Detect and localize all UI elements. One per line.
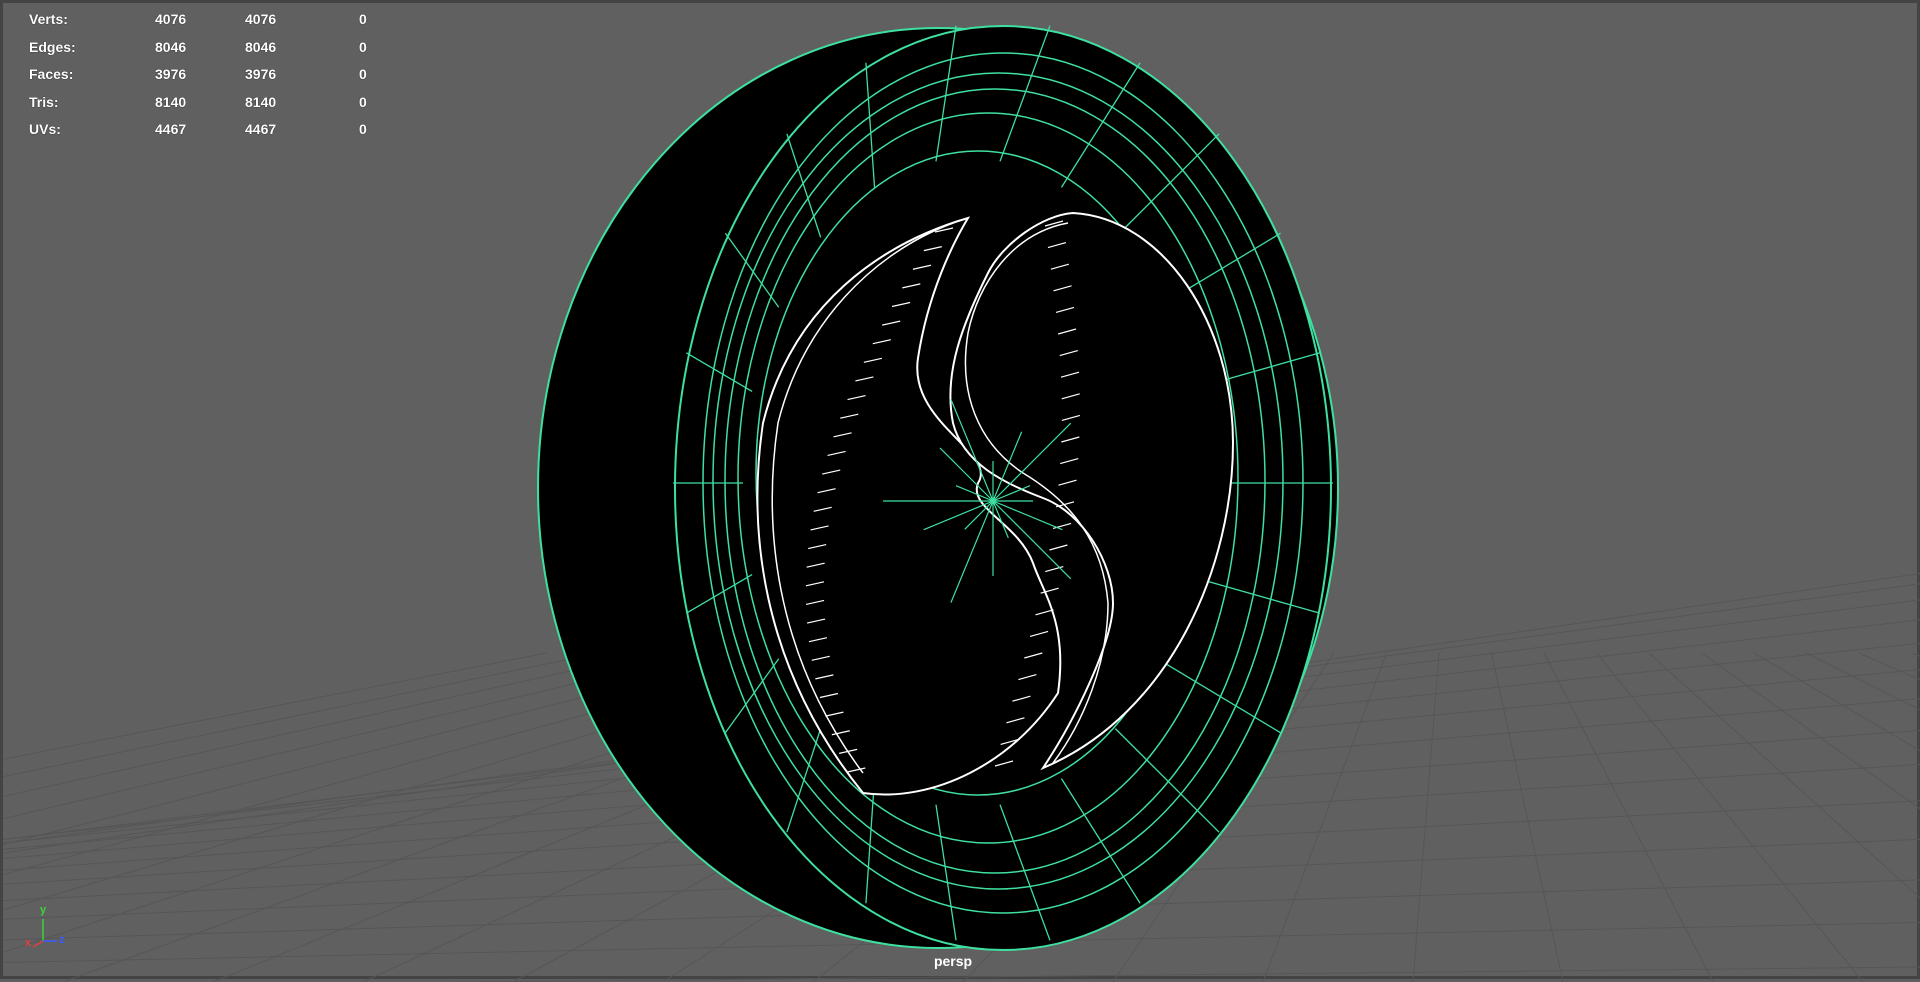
- axis-gizmo: y z x: [21, 907, 71, 957]
- hud-label: Faces:: [29, 64, 73, 84]
- hud-value: 0: [359, 37, 367, 57]
- yin-yang-wheel-model[interactable]: [538, 26, 1338, 950]
- grid-line: [3, 653, 599, 982]
- hud-value: 0: [359, 64, 367, 84]
- hud-value: 0: [359, 119, 367, 139]
- grid-line: [1912, 653, 1920, 982]
- hud-label: UVs:: [29, 119, 61, 139]
- hud-value: 0: [359, 92, 367, 112]
- grid-line: [3, 967, 1920, 982]
- 3d-viewport[interactable]: Verts: 4076 4076 0 Edges: 8046 8046 0 Fa…: [0, 0, 1920, 979]
- hud-value: 4467: [155, 119, 186, 139]
- hud-value: 8140: [245, 92, 276, 112]
- axis-y-label: y: [40, 904, 46, 916]
- hud-value: 8046: [245, 37, 276, 57]
- grid-line: [1702, 653, 1920, 982]
- axis-z-label: z: [59, 934, 65, 946]
- viewport-scene[interactable]: [3, 3, 1920, 982]
- hud-value: 4076: [155, 9, 186, 29]
- hud-value: 3976: [245, 64, 276, 84]
- hud-value: 8046: [155, 37, 186, 57]
- hud-label: Verts:: [29, 9, 68, 29]
- hud-value: 0: [359, 9, 367, 29]
- hud-value: 4467: [245, 119, 276, 139]
- grid-line: [1859, 653, 1920, 982]
- grid-line: [1597, 653, 1864, 982]
- hud-label: Tris:: [29, 92, 59, 112]
- camera-name-label: persp: [3, 953, 1903, 969]
- grid-line: [1754, 653, 1920, 982]
- hud-label: Edges:: [29, 37, 76, 57]
- hud-value: 8140: [155, 92, 186, 112]
- hud-value: 3976: [155, 64, 186, 84]
- hud-value: 4076: [245, 9, 276, 29]
- grid-line: [3, 653, 547, 982]
- grid-line: [1492, 653, 1564, 982]
- grid-line: [3, 653, 652, 982]
- axis-x-label: x: [25, 937, 31, 949]
